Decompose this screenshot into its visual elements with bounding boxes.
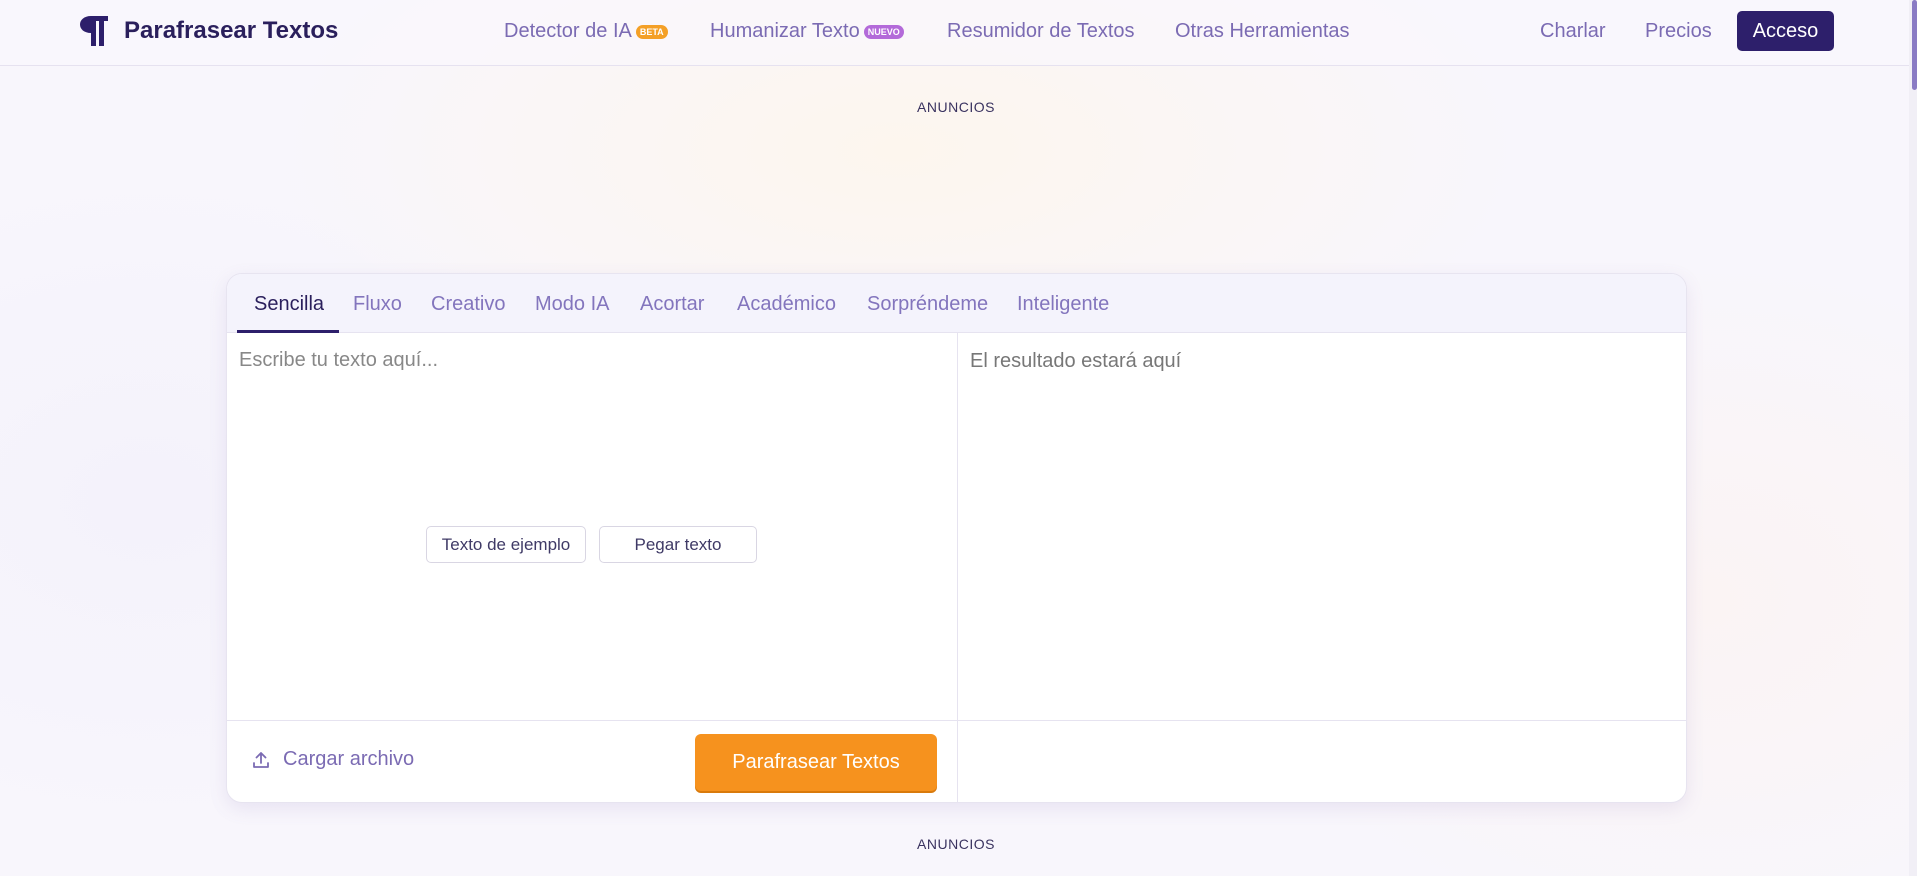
login-button[interactable]: Acceso — [1737, 11, 1834, 51]
nav-humanizar-texto[interactable]: Humanizar Texto NUEVO — [710, 20, 904, 43]
ads-label-top: ANUNCIOS — [917, 99, 995, 115]
upload-label: Cargar archivo — [283, 748, 415, 770]
nav-detector-ia[interactable]: Detector de IA BETA — [504, 20, 668, 43]
new-badge: NUEVO — [863, 24, 904, 39]
scrollbar-thumb[interactable] — [1912, 0, 1917, 90]
mode-tabs: Sencilla Fluxo Creativo Modo IA Acortar … — [227, 274, 1686, 333]
paraphrase-button[interactable]: Parafrasear Textos — [695, 734, 937, 791]
nav-chat[interactable]: Charlar — [1540, 20, 1606, 43]
input-textarea[interactable] — [227, 333, 957, 720]
tab-sorprendeme[interactable]: Sorpréndeme — [867, 293, 988, 316]
nav-label: Humanizar Texto — [710, 20, 860, 42]
upload-file-button[interactable]: Cargar archivo — [251, 748, 414, 771]
nav-otras-herramientas[interactable]: Otras Herramientas — [1175, 20, 1350, 43]
paste-text-button[interactable]: Pegar texto — [599, 526, 757, 563]
sample-text-button[interactable]: Texto de ejemplo — [426, 526, 586, 563]
nav-pricing[interactable]: Precios — [1645, 20, 1712, 43]
top-navigation: Parafrasear Textos Detector de IA BETA H… — [0, 0, 1917, 66]
pane-divider — [957, 333, 958, 802]
tab-modo-ia[interactable]: Modo IA — [535, 293, 609, 316]
tab-fluxo[interactable]: Fluxo — [353, 293, 402, 316]
page-scrollbar[interactable] — [1909, 0, 1917, 876]
tab-creativo[interactable]: Creativo — [431, 293, 505, 316]
nav-label: Detector de IA — [504, 20, 632, 42]
site-logo[interactable]: Parafrasear Textos — [78, 14, 338, 48]
tab-acortar[interactable]: Acortar — [640, 293, 704, 316]
upload-icon — [253, 751, 269, 768]
paraphrase-tool: Sencilla Fluxo Creativo Modo IA Acortar … — [226, 273, 1687, 803]
pilcrow-icon — [80, 16, 108, 46]
output-placeholder: El resultado estará aquí — [970, 350, 1182, 372]
tab-academico[interactable]: Académico — [737, 293, 836, 316]
ads-label-bottom: ANUNCIOS — [917, 836, 995, 852]
nav-resumidor[interactable]: Resumidor de Textos — [947, 20, 1135, 43]
logo-text: Parafrasear Textos — [124, 17, 339, 44]
tab-sencilla[interactable]: Sencilla — [254, 293, 324, 316]
tab-inteligente[interactable]: Inteligente — [1017, 293, 1109, 316]
beta-badge: BETA — [635, 24, 668, 39]
footer-divider — [227, 720, 1686, 721]
